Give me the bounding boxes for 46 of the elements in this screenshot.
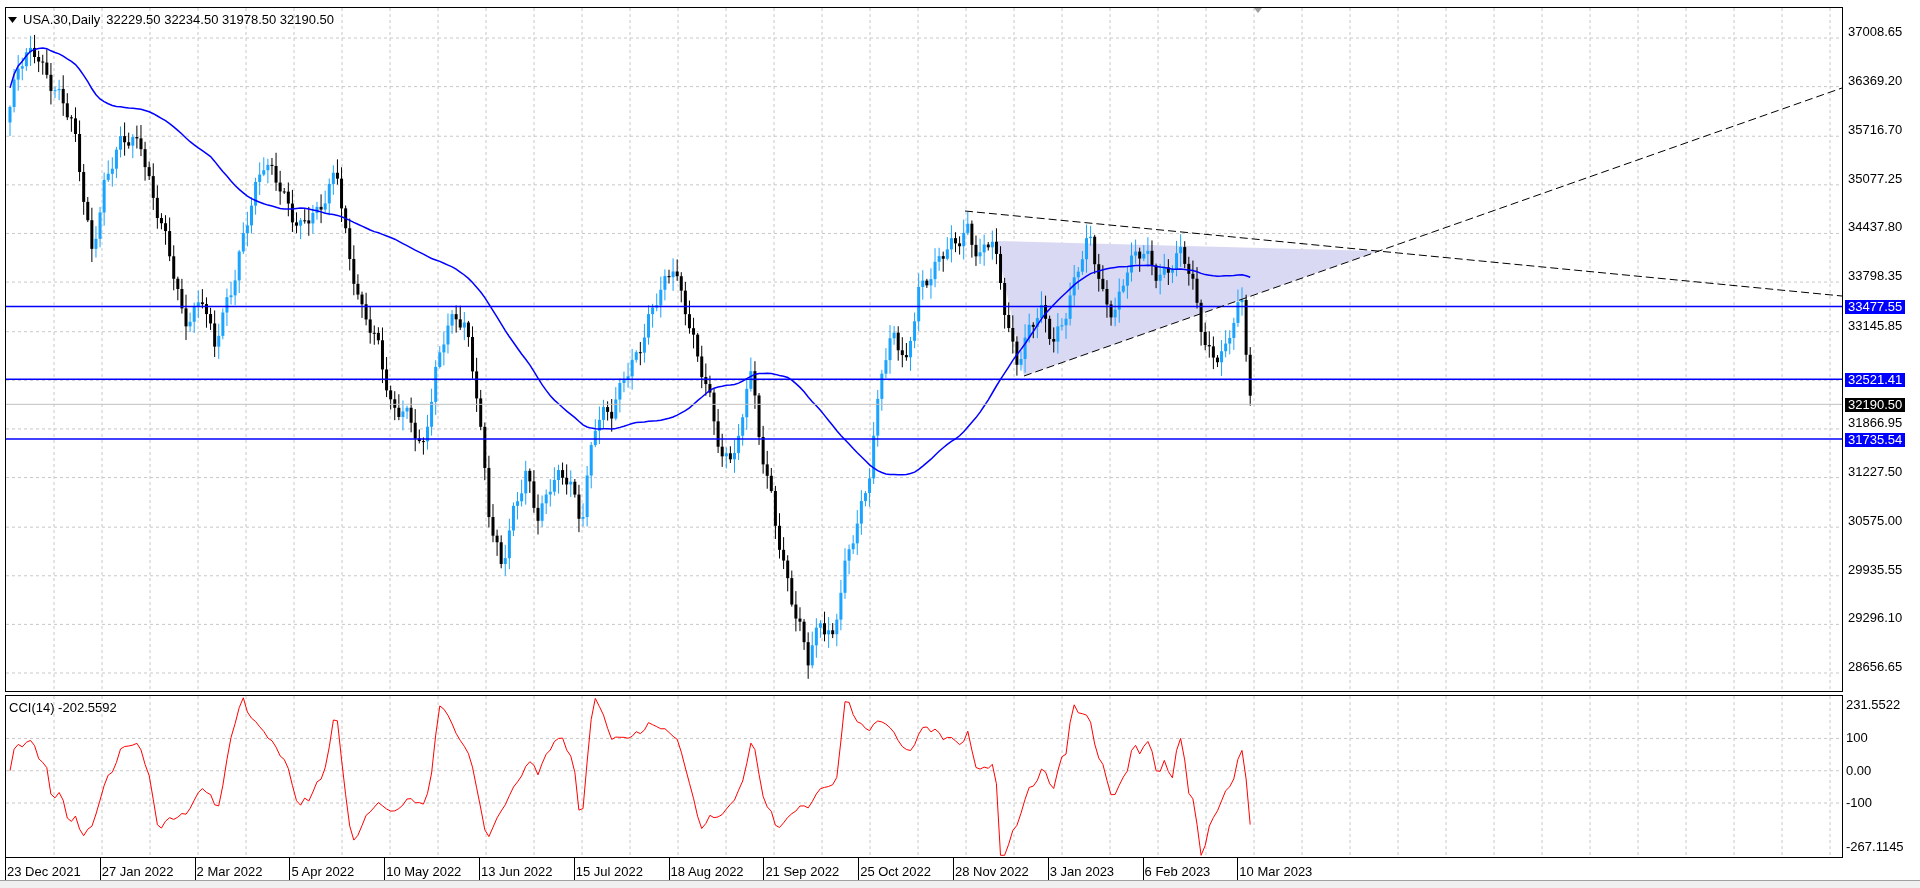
date-label: 23 Dec 2021 [7, 863, 82, 881]
date-label: 27 Jan 2022 [101, 863, 175, 881]
price-label: 29296.10 [1848, 609, 1903, 628]
date-label: 25 Oct 2022 [860, 863, 932, 881]
date-label: 10 May 2022 [386, 863, 463, 881]
chart-title: USA.30,Daily [23, 11, 101, 29]
price-label: 30575.00 [1848, 512, 1903, 531]
horizontal-level-line[interactable] [6, 378, 1842, 380]
shift-marker-icon[interactable] [1254, 8, 1262, 13]
price-label: 37008.65 [1848, 23, 1903, 42]
price-tag: 32190.50 [1845, 398, 1906, 413]
price-label: 31227.50 [1848, 462, 1903, 481]
date-label: 5 Apr 2022 [291, 863, 356, 881]
price-label: 31866.95 [1848, 414, 1903, 433]
price-tag: 33477.55 [1845, 300, 1906, 315]
date-label: 2 Mar 2022 [196, 863, 264, 881]
price-label: 29935.55 [1848, 561, 1903, 579]
indicator-label: CCI(14) -202.5592 [9, 699, 117, 717]
dropdown-caret-icon[interactable] [8, 16, 17, 23]
trend-line[interactable] [964, 210, 1842, 297]
date-label: 28 Nov 2022 [954, 863, 1030, 881]
price-label: 34437.80 [1848, 218, 1903, 237]
horizontal-level-line[interactable] [6, 305, 1842, 308]
date-label: 18 Aug 2022 [670, 863, 745, 881]
date-label: 10 Mar 2023 [1239, 863, 1314, 881]
date-label: 15 Jul 2022 [575, 863, 644, 881]
price-label: 35077.25 [1848, 170, 1903, 189]
price-label: 36369.20 [1848, 71, 1903, 90]
cci-indicator-panel[interactable]: CCI(14) -202.5592 [5, 695, 1843, 858]
price-label: 33798.35 [1848, 267, 1903, 286]
price-label: 28656.65 [1848, 658, 1903, 677]
price-tag: 32521.41 [1845, 373, 1906, 388]
ohlc-values: 32229.50 32234.50 31978.50 32190.50 [106, 11, 335, 29]
price-label: 33145.85 [1848, 316, 1903, 335]
indicator-scale-label: 231.5522 [1846, 696, 1901, 715]
date-label: 6 Feb 2023 [1144, 863, 1212, 881]
indicator-scale-label: 100 [1846, 729, 1868, 748]
date-label: 13 Jun 2022 [481, 863, 554, 881]
indicator-scale-label: -100 [1846, 794, 1873, 813]
date-label: 21 Sep 2022 [765, 863, 841, 881]
price-chart[interactable]: USA.30,Daily 32229.50 32234.50 31978.50 32190.50 [5, 7, 1843, 692]
indicator-scale-label: -267.1145 [1846, 838, 1904, 857]
price-label: 35716.70 [1848, 121, 1903, 140]
date-label: 3 Jan 2023 [1049, 863, 1116, 881]
indicator-scale-label: 0.00 [1846, 762, 1872, 780]
price-tag: 31735.54 [1845, 432, 1906, 447]
